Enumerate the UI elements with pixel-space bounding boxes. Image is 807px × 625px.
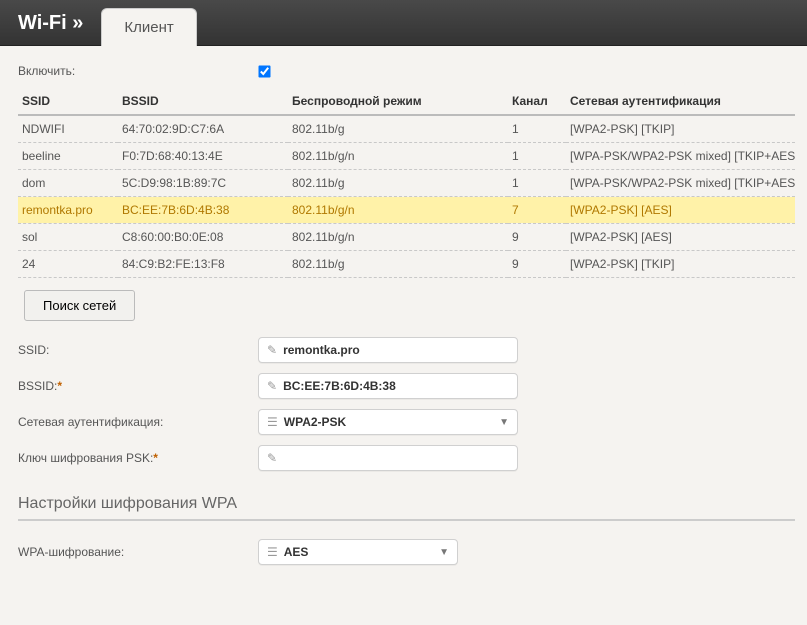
auth-value: WPA2-PSK — [284, 415, 499, 429]
th-mode: Беспроводной режим — [288, 88, 508, 115]
cell-auth: [WPA-PSK/WPA2-PSK mixed] [TKIP+AES] — [566, 143, 795, 170]
th-ssid: SSID — [18, 88, 118, 115]
tab-client[interactable]: Клиент — [101, 8, 196, 46]
chevron-down-icon: ▼ — [499, 417, 509, 428]
enable-checkbox[interactable] — [258, 65, 270, 77]
table-row[interactable]: beelineF0:7D:68:40:13:4E802.11b/g/n1[WPA… — [18, 143, 795, 170]
scan-button[interactable]: Поиск сетей — [24, 290, 135, 321]
cell-ssid: remontka.pro — [18, 197, 118, 224]
cell-auth: [WPA2-PSK] [TKIP] — [566, 115, 795, 143]
bssid-input[interactable]: ✎ BC:EE:7B:6D:4B:38 — [258, 373, 518, 399]
cell-bssid: BC:EE:7B:6D:4B:38 — [118, 197, 288, 224]
auth-select[interactable]: ☰ WPA2-PSK ▼ — [258, 409, 518, 435]
pencil-icon: ✎ — [267, 343, 277, 357]
th-auth: Сетевая аутентификация — [566, 88, 795, 115]
ssid-label: SSID: — [18, 343, 258, 357]
cell-ssid: 24 — [18, 251, 118, 278]
wpa-enc-label: WPA-шифрование: — [18, 545, 258, 559]
th-channel: Канал — [508, 88, 566, 115]
row-enable: Включить: — [18, 64, 795, 78]
cell-bssid: 84:C9:B2:FE:13:F8 — [118, 251, 288, 278]
table-row[interactable]: 2484:C9:B2:FE:13:F8802.11b/g9[WPA2-PSK] … — [18, 251, 795, 278]
cell-ssid: NDWIFI — [18, 115, 118, 143]
cell-auth: [WPA2-PSK] [AES] — [566, 224, 795, 251]
table-row[interactable]: dom5C:D9:98:1B:89:7C802.11b/g1[WPA-PSK/W… — [18, 170, 795, 197]
row-bssid: BSSID:* ✎ BC:EE:7B:6D:4B:38 — [18, 373, 795, 399]
cell-channel: 1 — [508, 115, 566, 143]
cell-channel: 1 — [508, 170, 566, 197]
row-wpa-enc: WPA-шифрование: ☰ AES ▼ — [18, 539, 795, 565]
psk-label: Ключ шифрования PSK:* — [18, 451, 258, 465]
pencil-icon: ✎ — [267, 379, 277, 393]
list-icon: ☰ — [267, 415, 278, 429]
breadcrumb[interactable]: Wi-Fi » — [18, 12, 101, 45]
cell-mode: 802.11b/g — [288, 251, 508, 278]
wpa-enc-value: AES — [284, 545, 439, 559]
header-bar: Wi-Fi » Клиент — [0, 0, 807, 46]
cell-auth: [WPA2-PSK] [TKIP] — [566, 251, 795, 278]
table-row[interactable]: solC8:60:00:B0:0E:08802.11b/g/n9[WPA2-PS… — [18, 224, 795, 251]
cell-mode: 802.11b/g/n — [288, 197, 508, 224]
bssid-label: BSSID:* — [18, 379, 258, 393]
cell-auth: [WPA2-PSK] [AES] — [566, 197, 795, 224]
auth-label: Сетевая аутентификация: — [18, 415, 258, 429]
cell-mode: 802.11b/g — [288, 115, 508, 143]
psk-input[interactable]: ✎ — [258, 445, 518, 471]
cell-bssid: 64:70:02:9D:C7:6A — [118, 115, 288, 143]
ssid-value: remontka.pro — [283, 343, 509, 357]
section-divider — [18, 519, 795, 521]
cell-channel: 1 — [508, 143, 566, 170]
cell-ssid: sol — [18, 224, 118, 251]
cell-bssid: F0:7D:68:40:13:4E — [118, 143, 288, 170]
cell-bssid: 5C:D9:98:1B:89:7C — [118, 170, 288, 197]
cell-bssid: C8:60:00:B0:0E:08 — [118, 224, 288, 251]
cell-ssid: dom — [18, 170, 118, 197]
list-icon: ☰ — [267, 545, 278, 559]
cell-channel: 9 — [508, 251, 566, 278]
row-psk: Ключ шифрования PSK:* ✎ — [18, 445, 795, 471]
networks-table: SSID BSSID Беспроводной режим Канал Сете… — [18, 88, 795, 278]
table-row[interactable]: remontka.proBC:EE:7B:6D:4B:38802.11b/g/n… — [18, 197, 795, 224]
cell-mode: 802.11b/g/n — [288, 224, 508, 251]
th-bssid: BSSID — [118, 88, 288, 115]
content: Включить: SSID BSSID Беспроводной режим … — [0, 46, 807, 587]
row-ssid: SSID: ✎ remontka.pro — [18, 337, 795, 363]
wpa-enc-select[interactable]: ☰ AES ▼ — [258, 539, 458, 565]
cell-auth: [WPA-PSK/WPA2-PSK mixed] [TKIP+AES] — [566, 170, 795, 197]
table-row[interactable]: NDWIFI64:70:02:9D:C7:6A802.11b/g1[WPA2-P… — [18, 115, 795, 143]
row-auth: Сетевая аутентификация: ☰ WPA2-PSK ▼ — [18, 409, 795, 435]
cell-mode: 802.11b/g — [288, 170, 508, 197]
cell-channel: 7 — [508, 197, 566, 224]
ssid-input[interactable]: ✎ remontka.pro — [258, 337, 518, 363]
chevron-down-icon: ▼ — [439, 547, 449, 558]
pencil-icon: ✎ — [267, 451, 277, 465]
cell-mode: 802.11b/g/n — [288, 143, 508, 170]
cell-channel: 9 — [508, 224, 566, 251]
bssid-value: BC:EE:7B:6D:4B:38 — [283, 379, 509, 393]
enable-label: Включить: — [18, 64, 258, 78]
wpa-section-title: Настройки шифрования WPA — [18, 495, 795, 513]
cell-ssid: beeline — [18, 143, 118, 170]
